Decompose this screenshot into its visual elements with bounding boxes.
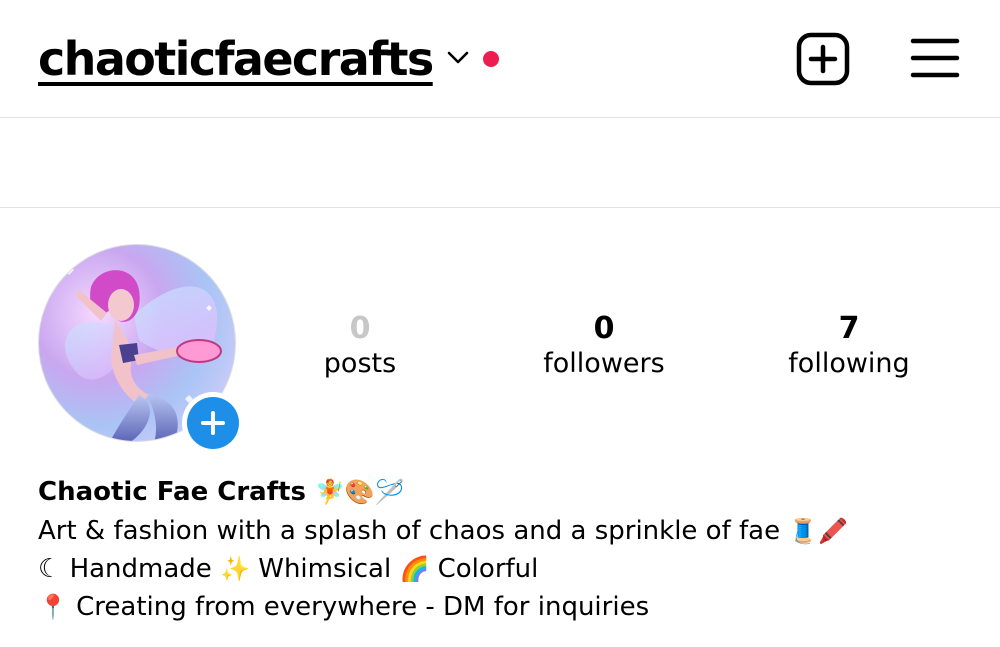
rainbow-emoji: 🌈 [399,555,430,583]
following-stat[interactable]: 7 following [749,310,949,382]
sparkles-emoji: ✨ [220,555,250,583]
hamburger-menu-icon [910,38,960,78]
bio-line-1: Art & fashion with a splash of chaos and… [38,512,848,550]
account-switcher[interactable]: chaoticfaecrafts [38,30,499,88]
bio-line-3: 📍 Creating from everywhere - DM for inqu… [38,588,848,626]
bio-colorful: Colorful [437,554,539,584]
profile-bio: Chaotic Fae Crafts 🧚🎨🪡 Art & fashion wit… [38,472,848,626]
bio-line-1-text: Art & fashion with a splash of chaos and… [38,516,781,546]
following-label: following [788,348,910,379]
menu-button[interactable] [910,36,960,80]
posts-stat[interactable]: 0 posts [260,310,460,382]
plus-icon [187,397,239,449]
followers-stat[interactable]: 0 followers [504,310,704,382]
chevron-down-icon[interactable] [447,51,469,70]
bio-handmade: Handmade [69,554,212,584]
moon-icon: ☾ [38,554,62,584]
username[interactable]: chaoticfaecrafts [38,30,434,88]
notification-dot [482,51,499,67]
bio-line-2: ☾ Handmade ✨ Whimsical 🌈 Colorful [38,550,848,588]
avatar-container[interactable] [38,244,244,454]
bio-whimsical: Whimsical [258,554,392,584]
thread-crayon-emoji: 🧵🖍️ [788,517,849,545]
posts-label: posts [323,348,397,379]
blank-banner-strip [0,118,1000,208]
bio-line-3-text: Creating from everywhere - DM for inquir… [76,592,650,622]
profile-header: chaoticfaecrafts [0,0,1000,118]
new-post-button[interactable] [796,32,850,86]
posts-count: 0 [349,311,371,346]
pin-icon: 📍 [38,593,68,621]
followers-count: 0 [593,311,615,346]
following-count: 7 [838,311,860,346]
display-name-line: Chaotic Fae Crafts 🧚🎨🪡 [38,472,848,512]
display-name: Chaotic Fae Crafts [38,477,306,507]
fairy-palette-needle-emoji: 🧚🎨🪡 [315,478,405,506]
followers-label: followers [543,348,665,379]
plus-square-icon [796,32,850,86]
add-story-button[interactable] [182,392,244,454]
